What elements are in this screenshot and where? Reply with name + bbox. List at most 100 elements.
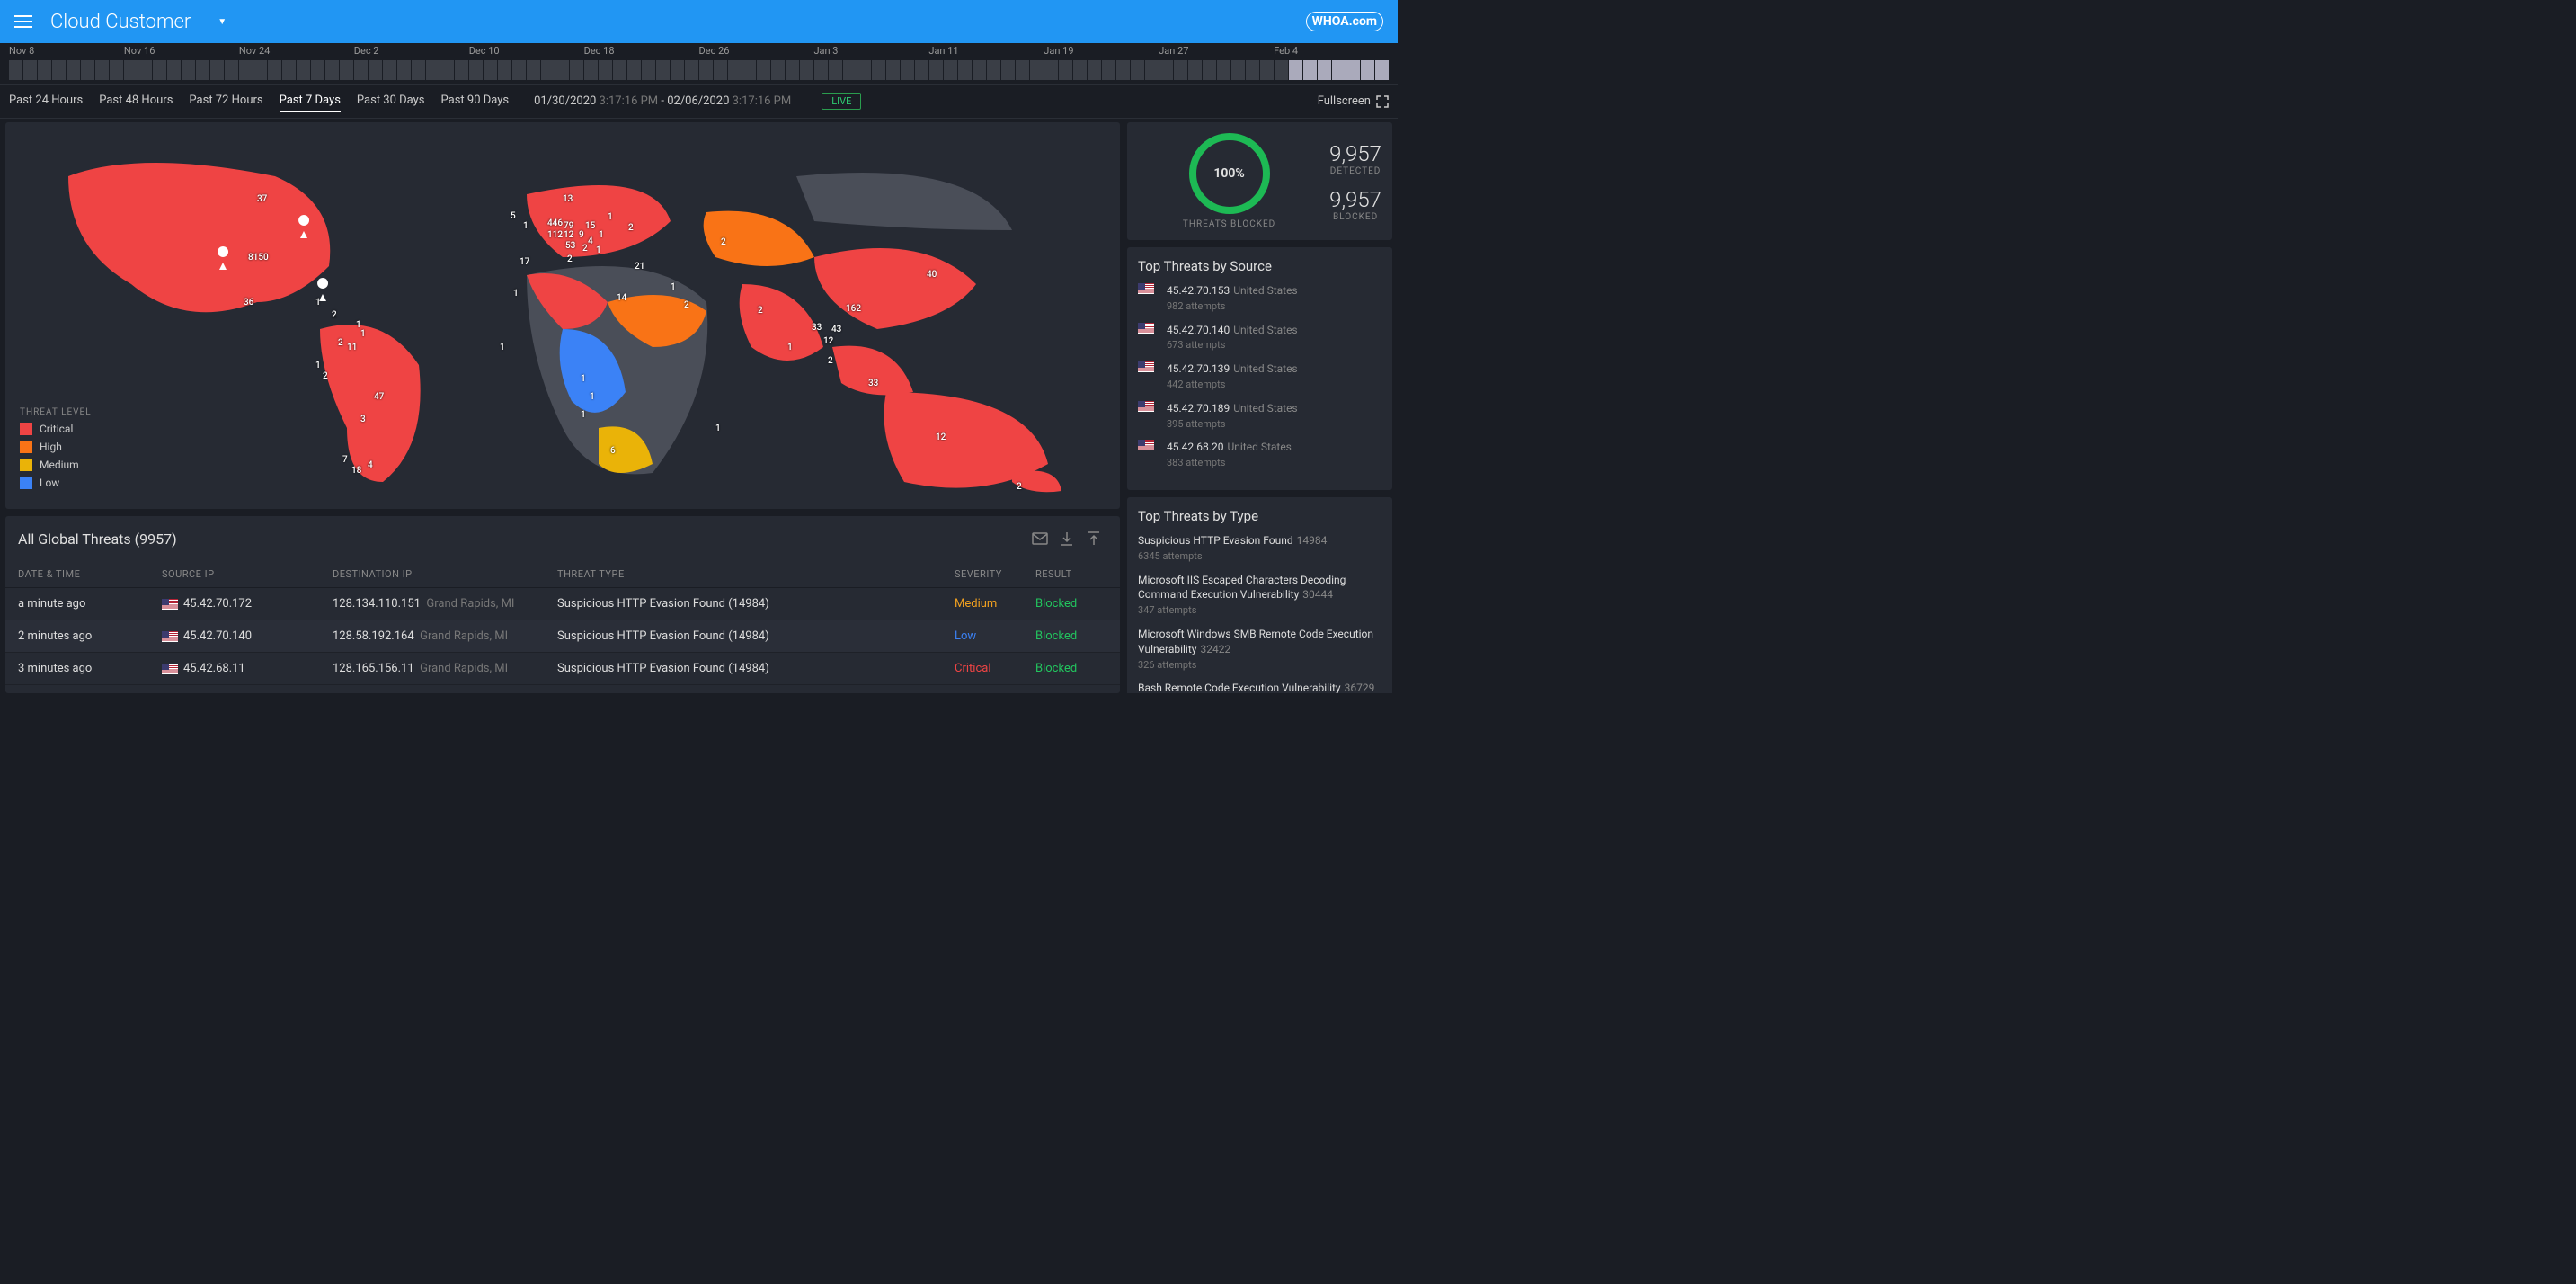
list-item[interactable]: 45.42.70.139United States442 attempts (1138, 361, 1381, 392)
map-count-label: 1 (360, 329, 366, 339)
map-count-label: 1 (608, 212, 613, 222)
list-item[interactable]: Microsoft Windows SMB Remote Code Execut… (1138, 627, 1381, 672)
map-count-label: 8150 (248, 253, 269, 263)
live-button[interactable]: LIVE (822, 93, 861, 110)
map-count-label: 2 (582, 244, 588, 254)
flag-icon (1138, 361, 1154, 372)
threats-panel: All Global Threats (9957) DATE & TIME SO… (5, 516, 1120, 693)
map-count-label: 2 (332, 310, 337, 320)
map-count-label: 12 (823, 336, 833, 346)
map-count-label: 4 (588, 236, 593, 246)
flag-icon (1138, 440, 1154, 450)
timeline-date: Dec 26 (699, 45, 814, 57)
map-count-label: 5 (511, 211, 516, 221)
flag-icon (1138, 401, 1154, 412)
map-count-label: 1 (513, 289, 519, 299)
world-map[interactable]: 3781503612111121247371841351446791512112… (5, 122, 1120, 509)
map-count-label: 1 (581, 410, 586, 420)
map-count-label: 1 (315, 298, 321, 308)
map-count-label: 11 (347, 343, 357, 352)
map-count-label: 2 (758, 306, 763, 316)
map-count-label: 1 (596, 245, 601, 255)
map-count-label: 15 (585, 221, 595, 231)
map-count-label: 3 (360, 415, 366, 424)
table-row[interactable]: 2 minutes ago45.42.70.140128.58.192.164 … (5, 620, 1120, 653)
timeline-date: Jan 11 (928, 45, 1044, 57)
timeline[interactable]: Nov 8Nov 16Nov 24Dec 2Dec 10Dec 18Dec 26… (0, 43, 1398, 85)
map-count-label: 53 (565, 241, 575, 251)
map-count-label: 2 (684, 300, 689, 310)
map-count-label: 2 (323, 371, 328, 381)
map-count-label: 47 (374, 392, 384, 402)
map-count-label: 33 (868, 379, 878, 388)
flag-icon (162, 599, 178, 610)
map-count-label: 1 (787, 343, 793, 352)
map-count-label: 1 (523, 221, 529, 231)
timerange-tab[interactable]: Past 48 Hours (99, 90, 173, 112)
timeline-date: Nov 24 (239, 45, 354, 57)
timeline-date: Nov 16 (124, 45, 239, 57)
flag-icon (162, 664, 178, 674)
list-item[interactable]: Microsoft IIS Escaped Characters Decodin… (1138, 573, 1381, 618)
blocked-ring: 100% (1189, 133, 1270, 214)
map-count-label: 43 (831, 325, 841, 334)
list-item[interactable]: 45.42.70.189United States395 attempts (1138, 401, 1381, 432)
legend-item: Critical (20, 423, 92, 435)
timerange-tab[interactable]: Past 7 Days (280, 90, 341, 112)
timeline-date: Dec 10 (469, 45, 584, 57)
legend-item: Low (20, 477, 92, 489)
timerange-tab[interactable]: Past 72 Hours (189, 90, 262, 112)
list-item[interactable]: Suspicious HTTP Evasion Found149846345 a… (1138, 533, 1381, 564)
map-count-label: 2 (628, 223, 634, 233)
map-count-label: 36 (244, 298, 253, 308)
list-item[interactable]: 45.42.70.140United States673 attempts (1138, 323, 1381, 353)
list-item[interactable]: Bash Remote Code Execution Vulnerability… (1138, 681, 1381, 693)
map-count-label: 21 (635, 262, 644, 272)
legend: THREAT LEVEL CriticalHighMediumLow (20, 407, 92, 495)
top-source-panel: Top Threats by Source 45.42.70.153United… (1127, 247, 1392, 490)
map-count-label: 1 (581, 374, 586, 384)
stats-panel: 100% THREATS BLOCKED 9,957DETECTED 9,957… (1127, 122, 1392, 240)
timeline-date: Dec 18 (584, 45, 699, 57)
map-count-label: 446 (547, 218, 563, 228)
upload-icon[interactable] (1080, 525, 1107, 552)
list-item[interactable]: 45.42.70.153United States982 attempts (1138, 283, 1381, 314)
menu-icon[interactable] (14, 15, 32, 28)
map-count-label: 33 (812, 323, 822, 333)
map-count-label: 2 (721, 237, 726, 247)
map-count-label: 14 (617, 293, 626, 303)
app-title: Cloud Customer (50, 11, 191, 33)
chevron-down-icon[interactable]: ▼ (218, 17, 227, 27)
map-count-label: 17 (520, 257, 529, 267)
map-count-label: 1 (590, 392, 595, 402)
map-count-label: 4 (368, 460, 373, 470)
timerange-tab[interactable]: Past 24 Hours (9, 90, 83, 112)
timeline-date: Feb 4 (1274, 45, 1389, 57)
flag-icon (1138, 283, 1154, 294)
map-count-label: 2 (567, 254, 573, 264)
map-count-label: 13 (563, 194, 573, 204)
timerange-tab[interactable]: Past 30 Days (357, 90, 425, 112)
timerange-tab[interactable]: Past 90 Days (441, 90, 510, 112)
timeline-date: Jan 27 (1159, 45, 1274, 57)
date-range[interactable]: 01/30/2020 3:17:16 PM - 02/06/2020 3:17:… (534, 94, 791, 108)
map-svg (5, 122, 1120, 509)
map-count-label: 1 (599, 230, 604, 240)
fullscreen-button[interactable]: Fullscreen (1318, 94, 1389, 108)
top-type-panel: Top Threats by Type Suspicious HTTP Evas… (1127, 497, 1392, 693)
controls: Past 24 Hours Past 48 Hours Past 72 Hours P… (0, 85, 1398, 119)
map-count-label: 2 (338, 338, 343, 348)
table-row[interactable]: 3 minutes ago45.42.68.11128.165.156.11 G… (5, 653, 1120, 685)
mail-icon[interactable] (1026, 525, 1053, 552)
table-row[interactable]: a minute ago45.42.70.172128.134.110.151 … (5, 588, 1120, 620)
map-count-label: 2 (828, 356, 833, 366)
timeline-date: Jan 3 (813, 45, 928, 57)
topbar: Cloud Customer ▼ WHOA.com (0, 0, 1398, 43)
download-icon[interactable] (1053, 525, 1080, 552)
map-count-label: 12 (936, 432, 946, 442)
map-count-label: 40 (927, 270, 937, 280)
legend-item: Medium (20, 459, 92, 471)
list-item[interactable]: 45.42.68.20United States383 attempts (1138, 440, 1381, 470)
map-count-label: 12 (564, 230, 573, 240)
map-count-label: 9 (579, 230, 584, 240)
